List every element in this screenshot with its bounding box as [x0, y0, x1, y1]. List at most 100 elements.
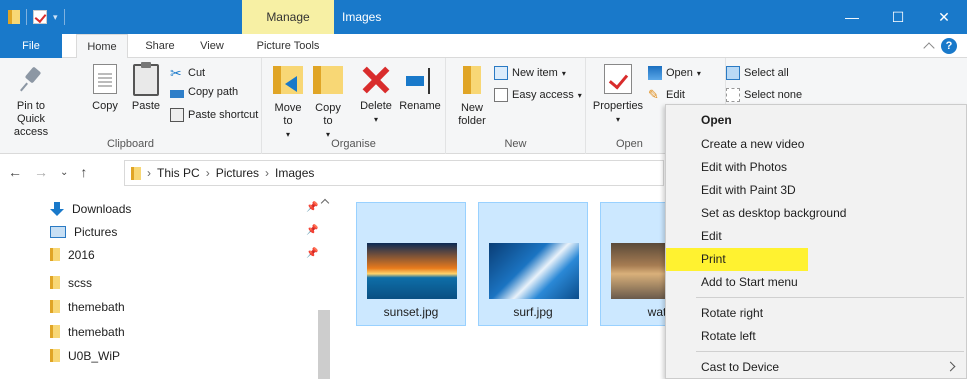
paste-icon — [133, 62, 159, 96]
new-folder-label: New folder — [458, 102, 486, 127]
customize-dropdown-icon[interactable]: ▾ — [53, 12, 58, 23]
maximize-button[interactable]: ☐ — [875, 0, 921, 34]
menu-item-set-desktop-background[interactable]: Set as desktop background — [666, 202, 966, 225]
select-all-label: Select all — [744, 67, 789, 79]
nav-item-scss[interactable]: scss — [50, 271, 92, 294]
nav-item-2016[interactable]: 2016 — [50, 243, 95, 266]
tab-share[interactable]: Share — [136, 34, 184, 58]
pictures-icon — [50, 225, 66, 238]
address-breadcrumb[interactable]: › This PC › Pictures › Images — [124, 160, 664, 186]
edit-button[interactable]: ✎ Edit — [648, 88, 685, 102]
collapse-ribbon-icon[interactable] — [923, 42, 935, 54]
folder-icon — [50, 276, 60, 289]
nav-item-themebath[interactable]: themebath — [50, 295, 125, 318]
move-to-label: Move to — [274, 102, 302, 127]
move-to-button[interactable]: Move to ▾ — [270, 64, 306, 141]
menu-item-cast-to-device[interactable]: Cast to Device — [666, 356, 966, 379]
minimize-button[interactable]: — — [829, 0, 875, 34]
paste-label: Paste — [131, 100, 161, 112]
crumb-images[interactable]: Images — [275, 166, 314, 180]
new-item-button[interactable]: New item ▾ — [494, 66, 566, 80]
pin-icon[interactable]: 📌 — [306, 202, 318, 213]
paste-shortcut-icon — [170, 108, 184, 122]
copy-to-button[interactable]: Copy to ▾ — [310, 64, 346, 141]
pin-icon[interactable]: 📌 — [306, 225, 318, 236]
nav-item-u0b-wip[interactable]: U0B_WiP — [50, 344, 120, 367]
menu-item-edit[interactable]: Edit — [666, 225, 966, 248]
menu-item-edit-with-photos[interactable]: Edit with Photos — [666, 156, 966, 179]
menu-item-edit-with-paint-3d[interactable]: Edit with Paint 3D — [666, 179, 966, 202]
folder-icon — [50, 325, 60, 338]
properties-button[interactable]: Properties ▾ — [592, 64, 644, 126]
new-folder-button[interactable]: New folder — [452, 64, 492, 128]
pin-icon[interactable]: 📌 — [306, 248, 318, 259]
easy-access-button[interactable]: Easy access ▾ — [494, 88, 582, 102]
folder-icon — [50, 300, 60, 313]
tab-file[interactable]: File — [0, 34, 62, 58]
submenu-chevron-icon — [945, 361, 956, 372]
tab-home[interactable]: Home — [76, 34, 128, 59]
window-controls: — ☐ ✕ — [829, 0, 967, 34]
select-all-button[interactable]: Select all — [726, 66, 789, 80]
crumb-this-pc[interactable]: This PC — [157, 166, 200, 180]
scrollbar-thumb[interactable] — [318, 310, 330, 379]
folder-icon — [131, 166, 141, 180]
delete-button[interactable]: Delete ▾ — [356, 64, 396, 126]
new-folder-icon — [463, 66, 481, 94]
organise-group-label: Organise — [331, 138, 376, 150]
rename-button[interactable]: Rename — [398, 64, 442, 113]
cut-label: Cut — [188, 67, 206, 79]
copy-path-button[interactable]: Copy path — [170, 86, 238, 98]
nav-item-label: themebath — [68, 299, 125, 314]
delete-x-icon — [360, 64, 392, 96]
tab-picture-tools[interactable]: Picture Tools — [242, 34, 334, 58]
up-arrow-icon[interactable]: ↑ — [80, 164, 87, 180]
organise-group: Move to ▾ Copy to ▾ Delete ▾ Rename Orga… — [262, 58, 446, 154]
clipboard-group-label: Clipboard — [106, 138, 155, 150]
manage-tab-group[interactable]: Manage — [242, 0, 334, 34]
menu-item-create-new-video[interactable]: Create a new video — [666, 133, 966, 156]
file-tile-sunset[interactable]: sunset.jpg — [356, 202, 466, 326]
paste-button[interactable]: Paste — [126, 62, 166, 113]
back-arrow-icon[interactable]: ← — [8, 164, 22, 180]
rename-icon — [404, 64, 436, 96]
menu-item-print[interactable]: Print — [666, 248, 808, 271]
recent-locations-chevron-icon[interactable]: ⌄ — [60, 167, 68, 178]
new-group: New folder New item ▾ Easy access ▾ New — [446, 58, 586, 154]
help-icon[interactable]: ? — [941, 38, 957, 54]
pin-label: Pin to Quick access — [13, 100, 49, 138]
menu-item-add-to-start-menu[interactable]: Add to Start menu — [666, 271, 966, 294]
close-button[interactable]: ✕ — [921, 0, 967, 34]
pin-to-quick-access-button[interactable]: Pin to Quick access — [6, 64, 56, 139]
select-none-label: Select none — [744, 89, 803, 101]
delete-label: Delete — [360, 100, 392, 112]
file-tile-surf[interactable]: surf.jpg — [478, 202, 588, 326]
nav-item-themebath[interactable]: themebath — [50, 320, 125, 343]
properties-check-icon[interactable] — [33, 10, 47, 24]
file-name: sunset.jpg — [383, 305, 439, 319]
easy-access-label: Easy access — [512, 89, 574, 101]
nav-item-label: U0B_WiP — [68, 348, 121, 363]
easy-access-icon — [494, 88, 508, 102]
paste-shortcut-button[interactable]: Paste shortcut — [170, 108, 258, 122]
open-button[interactable]: Open ▾ — [648, 66, 701, 80]
menu-item-open[interactable]: Open — [666, 109, 966, 132]
new-item-label: New item — [512, 67, 558, 79]
chevron-right-icon[interactable]: › — [206, 166, 210, 180]
copy-button[interactable]: Copy — [86, 64, 124, 113]
chevron-right-icon[interactable]: › — [265, 166, 269, 180]
chevron-right-icon[interactable]: › — [147, 166, 151, 180]
folder-icon — [8, 10, 20, 24]
menu-item-rotate-right[interactable]: Rotate right — [666, 302, 966, 325]
forward-arrow-icon[interactable]: → — [34, 164, 48, 180]
nav-item-label: 2016 — [68, 247, 95, 262]
nav-item-downloads[interactable]: Downloads — [50, 197, 131, 220]
tab-view[interactable]: View — [192, 34, 232, 58]
crumb-pictures[interactable]: Pictures — [216, 166, 259, 180]
select-none-button[interactable]: Select none — [726, 88, 802, 102]
menu-item-rotate-left[interactable]: Rotate left — [666, 325, 966, 348]
separator — [26, 9, 27, 25]
nav-item-pictures[interactable]: Pictures — [50, 220, 117, 243]
quick-access-toolbar: ▾ — [8, 9, 65, 25]
cut-button[interactable]: ✂ Cut — [170, 66, 205, 80]
